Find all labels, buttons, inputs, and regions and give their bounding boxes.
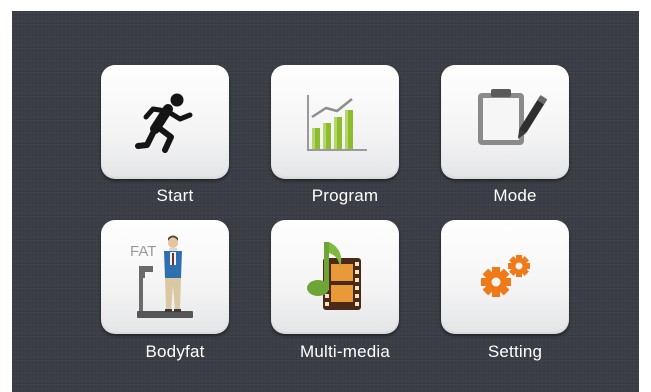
clipboard-pen-icon — [478, 89, 548, 145]
start-button[interactable] — [101, 65, 229, 179]
start-label: Start — [156, 186, 194, 205]
program-button[interactable] — [271, 65, 399, 179]
bodyfat-label: Bodyfat — [145, 342, 205, 361]
gears-icon — [481, 255, 530, 297]
bodyfat-button[interactable]: FAT — [101, 220, 229, 334]
setting-button[interactable] — [441, 220, 569, 334]
main-menu-screen: Start Program Mode FAT Bodyfat Multi-med… — [12, 11, 639, 392]
multimedia-label: Multi-media — [299, 342, 391, 361]
mode-button[interactable] — [441, 65, 569, 179]
fat-text: FAT — [130, 243, 156, 260]
body-scale-icon: FAT — [130, 235, 193, 318]
program-label: Program — [311, 186, 379, 205]
mode-label: Mode — [493, 186, 537, 205]
music-film-icon — [307, 242, 361, 310]
running-person-icon — [135, 93, 193, 153]
multimedia-button[interactable] — [271, 220, 399, 334]
bar-chart-icon — [307, 95, 367, 151]
setting-label: Setting — [487, 342, 543, 361]
